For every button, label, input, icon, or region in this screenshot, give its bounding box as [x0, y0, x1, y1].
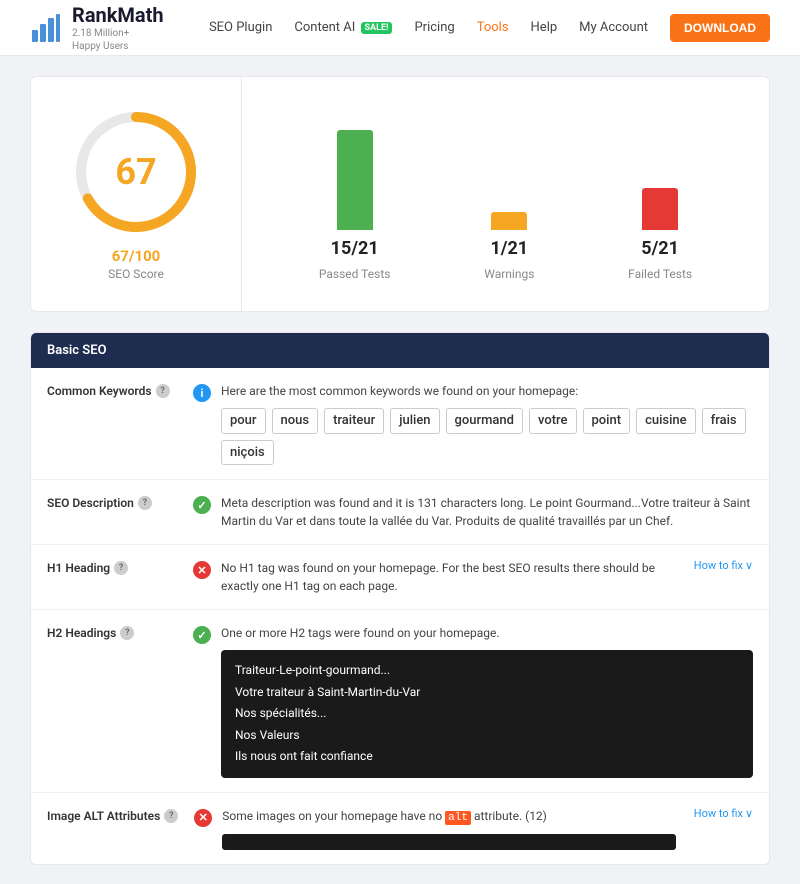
h1-heading-content: No H1 tag was found on your homepage. Fo…	[221, 559, 676, 595]
h2-items-block: Traiteur-Le-point-gourmand... Votre trai…	[221, 650, 753, 778]
image-alt-row: Image ALT Attributes ? ✕ Some images on …	[31, 793, 769, 865]
warnings-value: 1/21	[490, 238, 528, 259]
image-alt-content: Some images on your homepage have no alt…	[222, 807, 676, 851]
h2-headings-inner: ✓ One or more H2 tags were found on your…	[193, 624, 753, 778]
failed-stat: 5/21 Failed Tests	[628, 110, 692, 281]
h2-item-3: Nos Valeurs	[235, 725, 739, 747]
h1-heading-status: ✕	[193, 559, 213, 579]
passed-value: 15/21	[331, 238, 379, 259]
nav-help[interactable]: Help	[531, 20, 558, 35]
rankmath-logo-icon	[30, 12, 62, 44]
basic-seo-header: Basic SEO	[31, 333, 769, 368]
score-fraction: 67/100	[112, 247, 161, 265]
warnings-bar	[491, 212, 527, 230]
h2-success-icon: ✓	[193, 626, 211, 644]
image-alt-error-icon: ✕	[194, 809, 212, 827]
failed-label: Failed Tests	[628, 267, 692, 281]
keyword-nous: nous	[272, 408, 319, 434]
score-circle: 67	[71, 107, 201, 237]
common-keywords-label: Common Keywords ?	[47, 382, 177, 398]
image-alt-inner: ✕ Some images on your homepage have no a…	[194, 807, 753, 851]
image-alt-help[interactable]: ?	[164, 809, 178, 823]
seo-description-status: ✓	[193, 494, 213, 514]
image-alt-status: ✕	[194, 807, 214, 827]
keywords-list: pour nous traiteur julien gourmand votre…	[221, 408, 753, 465]
warnings-bar-area	[491, 110, 527, 230]
seo-description-inner: ✓ Meta description was found and it is 1…	[193, 494, 753, 530]
warnings-stat: 1/21 Warnings	[484, 110, 534, 281]
common-keywords-status: i	[193, 382, 213, 402]
h2-item-2: Nos spécialités...	[235, 703, 739, 725]
success-icon: ✓	[193, 496, 211, 514]
logo-text: RankMath	[72, 3, 164, 27]
nav-seo-plugin[interactable]: SEO Plugin	[209, 20, 272, 35]
nav-pricing[interactable]: Pricing	[414, 20, 454, 35]
keyword-cuisine: cuisine	[636, 408, 696, 434]
basic-seo-section: Basic SEO Common Keywords ? i Here are t…	[30, 332, 770, 865]
error-icon: ✕	[193, 561, 211, 579]
h2-headings-label: H2 Headings ?	[47, 624, 177, 640]
h2-item-4: Ils nous ont fait confiance	[235, 746, 739, 768]
passed-bar	[337, 130, 373, 230]
score-number: 67	[115, 151, 156, 193]
chevron-down-icon: ∨	[745, 559, 753, 572]
warnings-label: Warnings	[484, 267, 534, 281]
score-stats: 15/21 Passed Tests 1/21 Warnings 5/21 Fa…	[242, 77, 769, 311]
keyword-traiteur: traiteur	[324, 408, 384, 434]
header: RankMath 2.18 Million+ Happy Users SEO P…	[0, 0, 800, 56]
main-nav: SEO Plugin Content AI SALE! Pricing Tool…	[209, 14, 770, 42]
keyword-votre: votre	[529, 408, 577, 434]
h2-headings-status: ✓	[193, 624, 213, 644]
common-keywords-row: Common Keywords ? i Here are the most co…	[31, 368, 769, 480]
bottom-bar	[222, 834, 676, 850]
image-alt-how-to-fix[interactable]: How to fix ∨	[684, 807, 753, 820]
seo-description-help[interactable]: ?	[138, 496, 152, 510]
keyword-point: point	[583, 408, 631, 434]
keyword-julien: julien	[390, 408, 439, 434]
nav-content-ai[interactable]: Content AI SALE!	[294, 20, 392, 35]
logo-area: RankMath 2.18 Million+ Happy Users	[30, 3, 164, 53]
h2-item-0: Traiteur-Le-point-gourmand...	[235, 660, 739, 682]
h2-headings-content: One or more H2 tags were found on your h…	[221, 624, 753, 778]
seo-description-content: Meta description was found and it is 131…	[221, 494, 753, 530]
h2-headings-row: H2 Headings ? ✓ One or more H2 tags were…	[31, 610, 769, 793]
nav-my-account[interactable]: My Account	[579, 20, 648, 35]
h2-item-1: Votre traiteur à Saint-Martin-du-Var	[235, 682, 739, 704]
h1-heading-label: H1 Heading ?	[47, 559, 177, 575]
h1-heading-row: H1 Heading ? ✕ No H1 tag was found on yo…	[31, 545, 769, 610]
score-label: SEO Score	[108, 267, 164, 281]
keyword-pour: pour	[221, 408, 266, 434]
chevron-down-icon-2: ∨	[745, 807, 753, 820]
passed-bar-area	[337, 110, 373, 230]
seo-description-label: SEO Description ?	[47, 494, 177, 510]
failed-bar	[642, 188, 678, 230]
h1-heading-inner: ✕ No H1 tag was found on your homepage. …	[193, 559, 753, 595]
seo-description-row: SEO Description ? ✓ Meta description was…	[31, 480, 769, 545]
sale-badge: SALE!	[361, 22, 393, 34]
common-keywords-content: Here are the most common keywords we fou…	[221, 382, 753, 465]
passed-label: Passed Tests	[319, 267, 391, 281]
failed-bar-area	[642, 110, 678, 230]
h2-headings-help[interactable]: ?	[120, 626, 134, 640]
keyword-nicois: niçois	[221, 440, 274, 466]
passed-stat: 15/21 Passed Tests	[319, 110, 391, 281]
seo-score-section: 67 67/100 SEO Score	[31, 77, 242, 311]
score-panel: 67 67/100 SEO Score 15/21 Passed Tests 1…	[30, 76, 770, 312]
info-icon: i	[193, 384, 211, 402]
common-keywords-help[interactable]: ?	[156, 384, 170, 398]
failed-value: 5/21	[641, 238, 679, 259]
logo-sub: 2.18 Million+ Happy Users	[72, 27, 164, 53]
image-alt-label: Image ALT Attributes ?	[47, 807, 178, 823]
nav-tools[interactable]: Tools	[477, 20, 509, 35]
main-content: 67 67/100 SEO Score 15/21 Passed Tests 1…	[0, 56, 800, 884]
h1-how-to-fix[interactable]: How to fix ∨	[684, 559, 753, 572]
keyword-frais: frais	[702, 408, 746, 434]
keyword-gourmand: gourmand	[446, 408, 523, 434]
h1-heading-help[interactable]: ?	[114, 561, 128, 575]
common-keywords-inner: i Here are the most common keywords we f…	[193, 382, 753, 465]
download-button[interactable]: DOWNLOAD	[670, 14, 770, 42]
alt-highlight: alt	[445, 811, 471, 825]
